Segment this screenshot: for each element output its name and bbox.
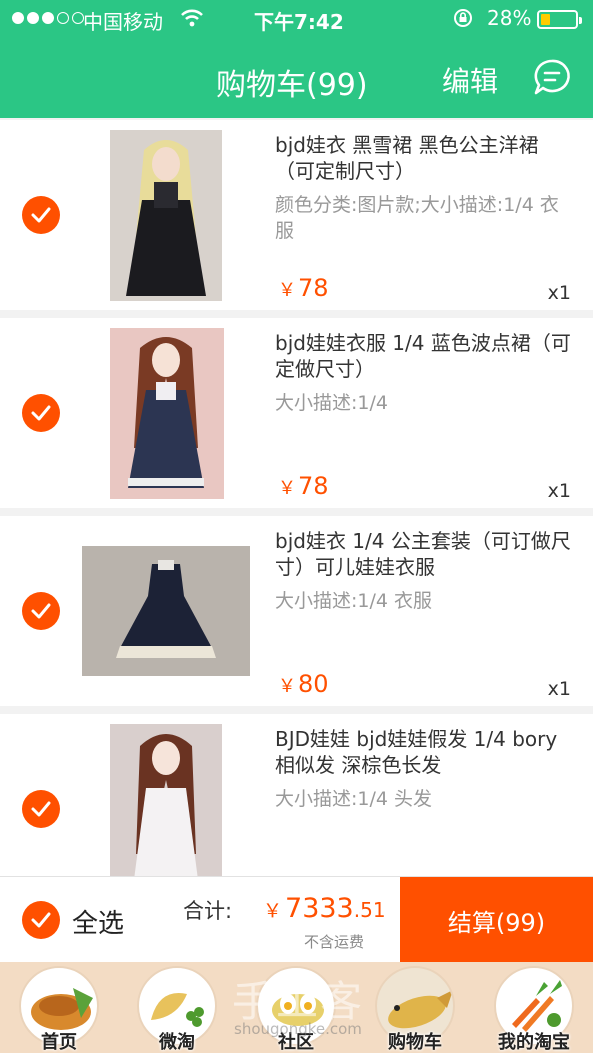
tab-cart[interactable]: 购物车 (356, 962, 474, 1053)
tab-bar: 首页 微淘 社区 购物车 我的淘宝 (0, 962, 593, 1053)
item-price: ￥78 (278, 274, 329, 302)
tab-my-taobao-label: 我的淘宝 (498, 1032, 570, 1053)
item-title[interactable]: bjd娃衣 1/4 公主套装（可订做尺寸）可儿娃娃衣服 (275, 528, 575, 580)
item-title[interactable]: bjd娃衣 黑雪裙 黑色公主洋裙（可定制尺寸） (275, 132, 575, 184)
item-quantity: x1 (547, 480, 571, 502)
checkout-button[interactable]: 结算(99) (400, 877, 593, 963)
item-quantity: x1 (547, 678, 571, 700)
item-price: ￥78 (278, 472, 329, 500)
product-image[interactable] (82, 724, 250, 876)
total-price: ￥ 7333.51 (263, 893, 386, 924)
currency-symbol: ￥ (278, 676, 296, 697)
product-image[interactable] (82, 328, 250, 499)
currency-symbol: ￥ (263, 900, 283, 922)
item-quantity: x1 (547, 282, 571, 304)
checkmark-icon (31, 912, 51, 928)
doll-black-dress-image (82, 130, 250, 301)
product-image[interactable] (82, 526, 250, 697)
item-price-value: 78 (298, 472, 329, 500)
battery-level (541, 14, 550, 25)
tab-weitao-label: 微淘 (159, 1032, 195, 1053)
cart-item[interactable]: BJD娃娃 bjd娃娃假发 1/4 bory相似发 深棕色长发 大小描述:1/4… (0, 714, 593, 876)
doll-brown-wig-image (82, 724, 250, 876)
top-bar: 中国移动 下午7:42 28% 购物车(99) 编辑 (0, 0, 593, 118)
item-checkbox[interactable] (22, 196, 60, 234)
currency-symbol: ￥ (278, 280, 296, 301)
cart-summary-bar: 全选 合计: ￥ 7333.51 不含运费 结算(99) (0, 876, 593, 963)
checkmark-icon (31, 801, 51, 817)
shipping-note: 不含运费 (304, 933, 365, 951)
select-all-checkbox[interactable] (22, 901, 60, 939)
select-all-label[interactable]: 全选 (72, 903, 124, 940)
page-title: 购物车(99) (216, 68, 368, 103)
total-integer: 7333 (285, 893, 354, 924)
item-sku[interactable]: 大小描述:1/4 (275, 390, 575, 416)
status-bar: 中国移动 下午7:42 28% (0, 0, 593, 38)
wifi-icon (181, 9, 203, 27)
edit-button[interactable]: 编辑 (442, 60, 498, 100)
checkmark-icon (31, 603, 51, 619)
item-checkbox[interactable] (22, 592, 60, 630)
item-title[interactable]: bjd娃娃衣服 1/4 蓝色波点裙（可定做尺寸） (275, 330, 575, 382)
signal-strength-icon (12, 12, 84, 24)
carrier-name: 中国移动 (83, 10, 163, 34)
currency-symbol: ￥ (278, 478, 296, 499)
item-price-value: 78 (298, 274, 329, 302)
tab-cart-label: 购物车 (388, 1032, 442, 1053)
total-cents: .51 (353, 898, 386, 922)
item-price: ￥80 (278, 670, 329, 698)
cart-item[interactable]: bjd娃娃衣服 1/4 蓝色波点裙（可定做尺寸） 大小描述:1/4 ￥78 x1 (0, 318, 593, 508)
battery-icon (537, 10, 582, 29)
checkmark-icon (31, 207, 51, 223)
item-checkbox[interactable] (22, 394, 60, 432)
battery-percentage: 28% (487, 6, 532, 30)
tab-home-label: 首页 (41, 1032, 77, 1053)
item-checkbox[interactable] (22, 790, 60, 828)
doll-blue-polka-dress-image (82, 328, 250, 499)
checkmark-icon (31, 405, 51, 421)
tab-home[interactable]: 首页 (0, 962, 118, 1053)
item-sku[interactable]: 颜色分类:图片款;大小描述:1/4 衣服 (275, 192, 575, 244)
clock: 下午7:42 (254, 10, 344, 34)
cart-item[interactable]: bjd娃衣 黑雪裙 黑色公主洋裙（可定制尺寸） 颜色分类:图片款;大小描述:1/… (0, 120, 593, 310)
item-price-value: 80 (298, 670, 329, 698)
item-title[interactable]: BJD娃娃 bjd娃娃假发 1/4 bory相似发 深棕色长发 (275, 726, 575, 778)
tab-community[interactable]: 社区 (237, 962, 355, 1053)
cart-item[interactable]: bjd娃衣 1/4 公主套装（可订做尺寸）可儿娃娃衣服 大小描述:1/4 衣服 … (0, 516, 593, 706)
product-image[interactable] (82, 130, 250, 301)
chat-bubble-icon[interactable] (532, 58, 572, 98)
tab-community-label: 社区 (278, 1032, 314, 1053)
princess-dress-image (82, 526, 250, 697)
rotation-lock-icon (454, 9, 472, 27)
item-sku[interactable]: 大小描述:1/4 头发 (275, 786, 575, 812)
tab-my-taobao[interactable]: 我的淘宝 (475, 962, 593, 1053)
item-sku[interactable]: 大小描述:1/4 衣服 (275, 588, 575, 614)
tab-weitao[interactable]: 微淘 (118, 962, 236, 1053)
total-label: 合计: (183, 899, 233, 923)
